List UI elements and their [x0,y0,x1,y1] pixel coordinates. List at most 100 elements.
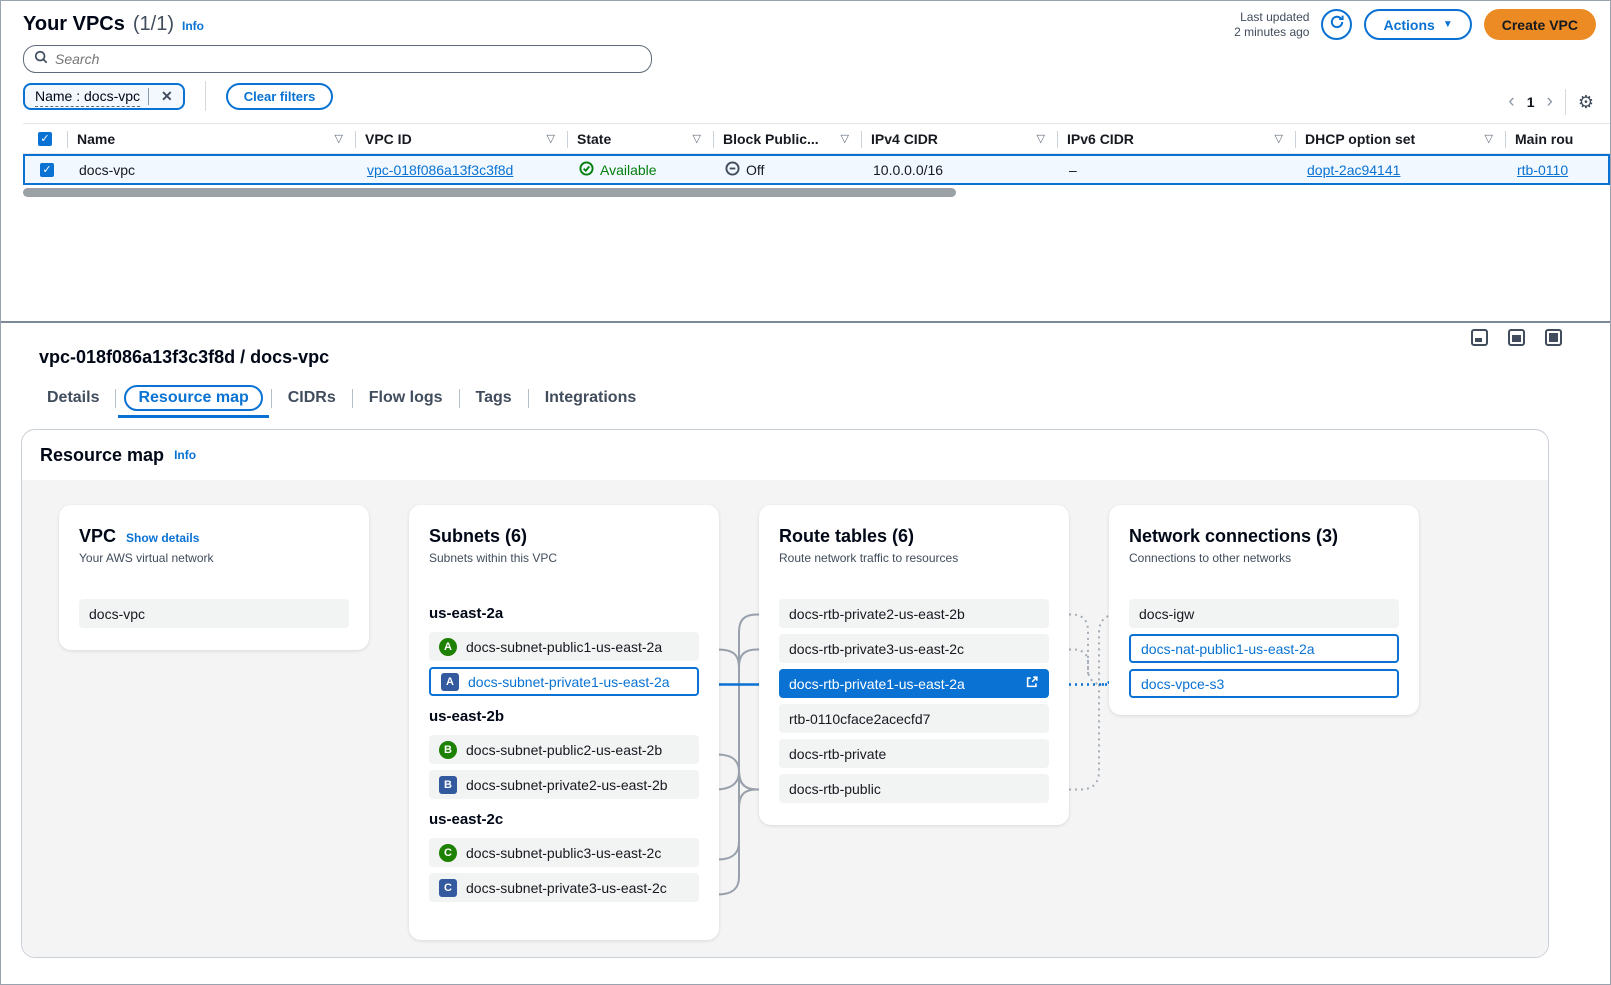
tab-tags[interactable]: Tags [460,385,528,411]
col-block-public: Block Public... [723,131,819,147]
filter-icon[interactable]: ▽ [693,132,703,145]
chevron-down-icon: ▼ [1443,19,1453,30]
select-all-checkbox[interactable]: ✓ [38,132,52,146]
route-table-item[interactable]: rtb-0110cface2acecfd7 [779,704,1049,733]
route-table-item[interactable]: docs-rtb-private [779,739,1049,768]
tab-details[interactable]: Details [31,385,115,411]
show-details-link[interactable]: Show details [126,531,199,545]
col-main-route-table: Main rou [1515,131,1573,147]
panel-size-small-icon[interactable] [1471,329,1488,346]
filter-icon[interactable]: ▽ [841,132,851,145]
subnet-item-selected[interactable]: A docs-subnet-private1-us-east-2a [429,667,699,696]
filter-icon[interactable]: ▽ [1037,132,1047,145]
vpc-item[interactable]: docs-vpc [79,599,349,628]
vpc-panel-title: VPC [79,525,116,547]
last-updated: Last updated 2 minutes ago [1234,10,1309,40]
prev-page-icon[interactable]: ‹ [1508,93,1514,111]
cell-ipv4: 10.0.0.0/16 [863,162,1059,178]
subnets-panel-title: Subnets (6) [429,525,527,547]
az-group-label: us-east-2b [429,708,699,725]
header-actions: Last updated 2 minutes ago Actions ▼ Cre… [1234,9,1596,40]
info-link[interactable]: Info [182,19,204,33]
route-table-item[interactable]: docs-rtb-private2-us-east-2b [779,599,1049,628]
aws-vpc-console: Your VPCs (1/1) Info Last updated 2 minu… [0,0,1611,985]
connection-item-highlighted[interactable]: docs-vpce-s3 [1129,669,1399,698]
next-page-icon[interactable]: › [1547,93,1553,111]
current-page[interactable]: 1 [1527,94,1535,110]
panel-layout-controls [1471,329,1562,346]
page-count: (1/1) [133,13,174,36]
filter-icon[interactable]: ▽ [547,132,557,145]
vpc-id-link[interactable]: vpc-018f086a13f3c3f8d [367,162,513,178]
table-header: ✓ Name▽ VPC ID▽ State▽ Block Public...▽ … [23,123,1610,154]
vpc-detail-pane: vpc-018f086a13f3c3f8d / docs-vpc Details… [1,323,1610,984]
gear-icon[interactable]: ⚙ [1578,92,1594,113]
public-subnet-badge: C [439,844,457,862]
public-subnet-badge: B [439,741,457,759]
close-icon[interactable]: ✕ [157,88,177,105]
filter-icon[interactable]: ▽ [1275,132,1285,145]
filter-chip[interactable]: Name : docs-vpc ✕ [23,83,185,110]
horizontal-scrollbar[interactable] [23,188,956,197]
vpc-panel: VPC Show details Your AWS virtual networ… [59,505,369,650]
resource-map-info-link[interactable]: Info [174,448,196,462]
vpc-table: ✓ Name▽ VPC ID▽ State▽ Block Public...▽ … [23,123,1610,185]
private-subnet-badge: B [439,776,457,794]
tab-cidrs[interactable]: CIDRs [272,385,352,411]
route-tables-panel-subtitle: Route network traffic to resources [779,551,1049,565]
col-dhcp-option-set: DHCP option set [1305,131,1415,147]
table-row[interactable]: ✓ docs-vpc vpc-018f086a13f3c3f8d Availab… [23,154,1610,185]
page-title: Your VPCs [23,13,125,36]
filter-chip-label: Name : docs-vpc [35,86,140,107]
subnet-item[interactable]: B docs-subnet-private2-us-east-2b [429,770,699,799]
create-vpc-button[interactable]: Create VPC [1484,9,1596,40]
subnet-item[interactable]: B docs-subnet-public2-us-east-2b [429,735,699,764]
block-public-value: Off [746,162,764,178]
resource-map-title: Resource map [40,445,164,466]
main-route-table-link[interactable]: rtb-0110 [1517,162,1568,178]
divider [205,81,206,111]
panel-size-medium-icon[interactable] [1508,329,1525,346]
resource-map-card: Resource map Info [21,429,1549,958]
external-link-icon[interactable] [1025,675,1039,692]
route-table-item[interactable]: docs-rtb-public [779,774,1049,803]
clear-filters-button[interactable]: Clear filters [226,83,334,110]
az-group-label: us-east-2a [429,605,699,622]
subnet-item[interactable]: A docs-subnet-public1-us-east-2a [429,632,699,661]
subnets-panel: Subnets (6) Subnets within this VPC us-e… [409,505,719,940]
route-table-item-selected[interactable]: docs-rtb-private1-us-east-2a [779,669,1049,698]
search-input[interactable] [55,51,641,67]
resource-map-content: VPC Show details Your AWS virtual networ… [22,480,1548,958]
az-group-label: us-east-2c [429,811,699,828]
route-tables-panel: Route tables (6) Route network traffic t… [759,505,1069,825]
filter-icon[interactable]: ▽ [1485,132,1495,145]
filter-icon[interactable]: ▽ [335,132,345,145]
search-box[interactable] [23,45,652,73]
dhcp-option-set-link[interactable]: dopt-2ac94141 [1307,162,1400,178]
subnet-item[interactable]: C docs-subnet-public3-us-east-2c [429,838,699,867]
panel-size-large-icon[interactable] [1545,329,1562,346]
pagination: ‹ 1 › ⚙ [1508,89,1594,115]
actions-button[interactable]: Actions ▼ [1364,9,1471,40]
list-title-row: Your VPCs (1/1) Info [23,13,204,36]
network-connections-panel-subtitle: Connections to other networks [1129,551,1399,565]
connection-item-highlighted[interactable]: docs-nat-public1-us-east-2a [1129,634,1399,663]
network-connections-panel: Network connections (3) Connections to o… [1109,505,1419,715]
tab-integrations[interactable]: Integrations [529,385,653,411]
refresh-button[interactable] [1321,9,1352,40]
detail-title: vpc-018f086a13f3c3f8d / docs-vpc [39,347,329,368]
subnets-panel-subtitle: Subnets within this VPC [429,551,699,565]
resource-map-header: Resource map Info [22,430,1548,480]
col-ipv6-cidr: IPv6 CIDR [1067,131,1134,147]
row-checkbox[interactable]: ✓ [40,163,54,177]
col-name: Name [77,131,115,147]
col-vpc-id: VPC ID [365,131,412,147]
connection-item[interactable]: docs-igw [1129,599,1399,628]
tab-resource-map[interactable]: Resource map [124,385,262,411]
col-state: State [577,131,611,147]
cell-name: docs-vpc [69,162,357,178]
tab-flow-logs[interactable]: Flow logs [353,385,459,411]
subnet-item[interactable]: C docs-subnet-private3-us-east-2c [429,873,699,902]
route-table-item[interactable]: docs-rtb-private3-us-east-2c [779,634,1049,663]
search-icon [34,50,48,69]
